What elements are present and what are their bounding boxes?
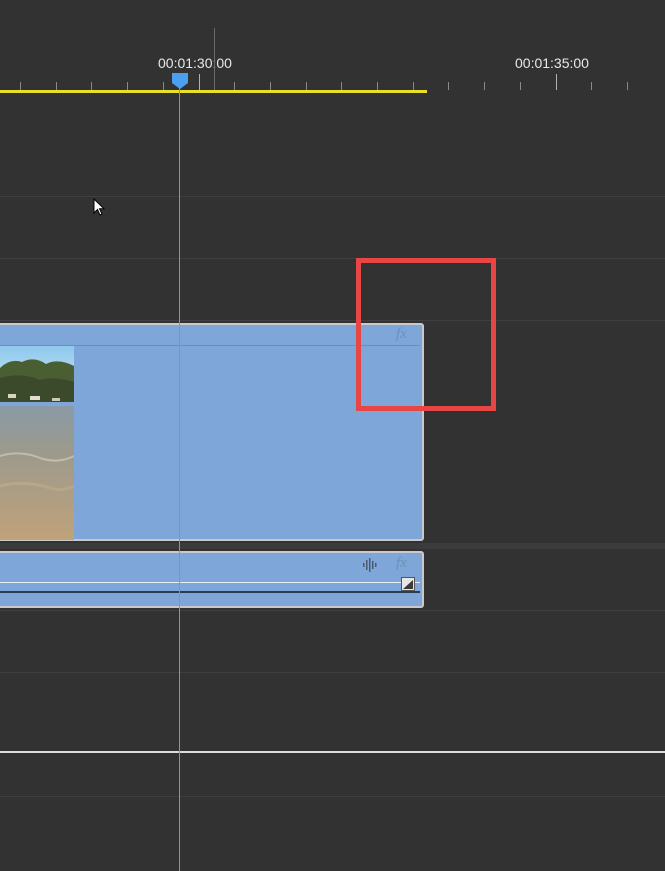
audio-clip[interactable]: fx [0, 551, 424, 608]
work-area-bar[interactable] [0, 90, 427, 93]
track-divider [0, 672, 665, 673]
ruler-minor-tick [341, 82, 342, 90]
ruler-minor-tick [377, 82, 378, 90]
ruler-minor-tick [306, 82, 307, 90]
track-section-divider [0, 751, 665, 753]
ruler-minor-tick [484, 82, 485, 90]
timecode-label: 00:01:35:00 [515, 55, 589, 71]
track-divider [0, 320, 665, 321]
volume-line[interactable] [0, 582, 420, 583]
ruler-minor-tick [556, 74, 557, 90]
track-divider [0, 196, 665, 197]
ruler-minor-tick [20, 82, 21, 90]
time-ruler[interactable]: 00:01:30:00 00:01:35:00 [0, 0, 665, 100]
ruler-minor-tick [56, 82, 57, 90]
playhead-line[interactable] [179, 80, 180, 871]
ruler-minor-tick [448, 82, 449, 90]
ruler-minor-tick [127, 82, 128, 90]
keyframe-toggle-icon[interactable] [401, 577, 415, 591]
ruler-minor-tick [163, 82, 164, 90]
timecode-label: 00:01:30:00 [158, 55, 232, 71]
ruler-major-tick [214, 28, 215, 90]
highlight-box [356, 258, 496, 411]
ruler-minor-tick [520, 82, 521, 90]
ruler-minor-tick [91, 82, 92, 90]
ruler-minor-tick [199, 74, 200, 90]
ruler-minor-tick [627, 82, 628, 90]
track-divider [0, 258, 665, 259]
ruler-minor-tick [234, 82, 235, 90]
audio-waveform-icon [363, 558, 377, 572]
audio-waveform [0, 591, 420, 593]
track-divider [0, 796, 665, 797]
ruler-minor-tick [270, 82, 271, 90]
mouse-pointer-icon [93, 198, 106, 216]
track-divider [0, 610, 665, 611]
playhead-marker-icon[interactable] [171, 72, 189, 90]
ruler-minor-tick [413, 82, 414, 90]
clip-thumbnail [0, 346, 74, 540]
ruler-minor-tick [591, 82, 592, 90]
fx-badge[interactable]: fx [396, 555, 407, 572]
video-audio-divider[interactable] [0, 543, 665, 549]
